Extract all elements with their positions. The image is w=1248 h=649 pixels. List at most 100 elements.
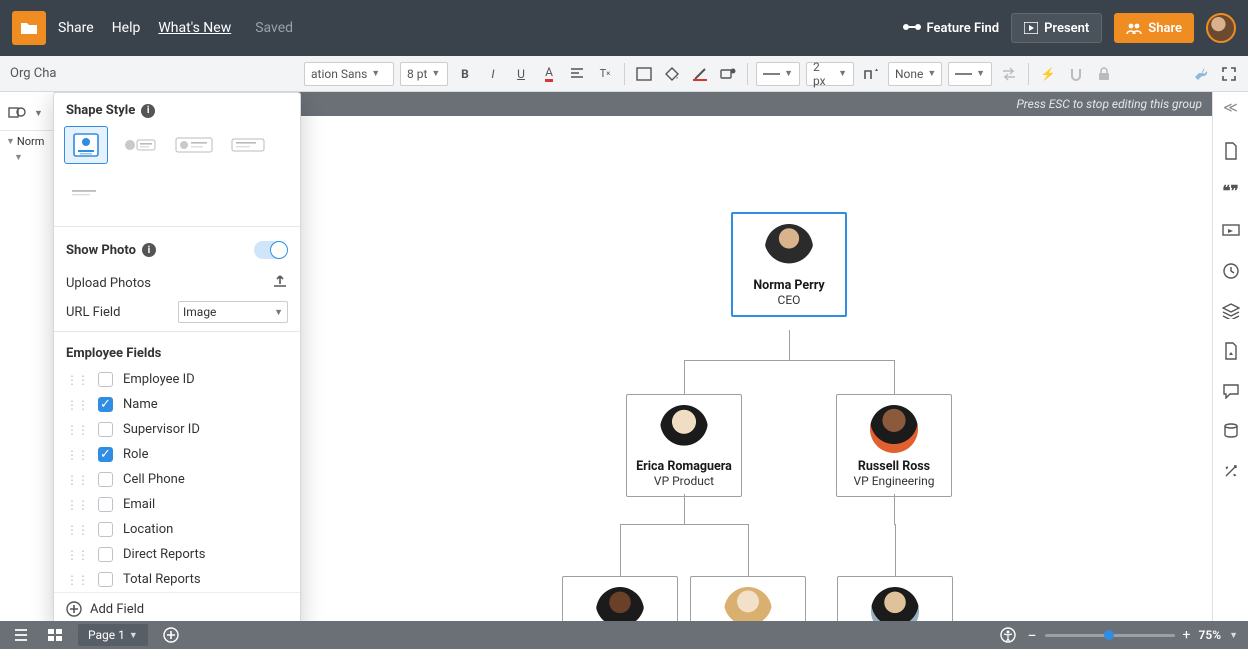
border-style-button[interactable] xyxy=(633,63,655,85)
underline-button[interactable]: U xyxy=(510,63,532,85)
employee-fields-list[interactable]: ⋮⋮Employee ID⋮⋮✓Name⋮⋮Supervisor ID⋮⋮✓Ro… xyxy=(54,367,300,592)
drag-handle-icon[interactable]: ⋮⋮ xyxy=(66,473,88,487)
present-button[interactable]: Present xyxy=(1011,13,1102,43)
align-button[interactable] xyxy=(566,63,588,85)
drag-handle-icon[interactable]: ⋮⋮ xyxy=(66,498,88,512)
swap-arrows-button[interactable] xyxy=(998,63,1020,85)
info-icon[interactable]: i xyxy=(142,243,156,257)
org-node[interactable]: Owen RileySr. Web Dev xyxy=(837,576,953,621)
org-node[interactable]: Russell RossVP Engineering xyxy=(836,394,952,497)
drag-handle-icon[interactable]: ⋮⋮ xyxy=(66,398,88,412)
zoom-menu-caret[interactable]: ▼ xyxy=(1229,630,1238,641)
fill-color-button[interactable] xyxy=(661,63,683,85)
shape-style-option-2[interactable] xyxy=(118,126,162,164)
shape-style-option-5[interactable] xyxy=(64,174,108,212)
accessibility-icon[interactable] xyxy=(997,624,1019,646)
shape-style-option-3[interactable] xyxy=(172,126,216,164)
zoom-value[interactable]: 75% xyxy=(1199,628,1222,642)
history-icon[interactable] xyxy=(1220,260,1242,282)
field-checkbox[interactable] xyxy=(98,472,113,487)
field-row[interactable]: ⋮⋮Total Reports xyxy=(54,567,300,592)
font-family-select[interactable]: ation Sans▼ xyxy=(304,62,394,86)
line-routing-button[interactable] xyxy=(860,63,882,85)
italic-button[interactable]: I xyxy=(482,63,504,85)
field-row[interactable]: ⋮⋮✓Role xyxy=(54,442,300,467)
page-settings-icon[interactable] xyxy=(1220,340,1242,362)
quote-icon[interactable]: ❝❞ xyxy=(1220,180,1242,202)
field-row[interactable]: ⋮⋮Cell Phone xyxy=(54,467,300,492)
presentation-icon[interactable] xyxy=(1220,220,1242,242)
menu-help[interactable]: Help xyxy=(112,20,141,36)
grid-view-button[interactable] xyxy=(44,624,66,646)
arrow-start-select[interactable]: None▼ xyxy=(888,62,942,86)
line-color-button[interactable] xyxy=(689,63,711,85)
app-menu-button[interactable] xyxy=(12,11,46,45)
list-view-button[interactable] xyxy=(10,624,32,646)
share-button[interactable]: Share xyxy=(1114,13,1194,43)
comments-icon[interactable] xyxy=(1220,380,1242,402)
org-node[interactable]: Erin SnyderTemplate Specialist xyxy=(690,576,806,621)
line-type-select[interactable]: ▼ xyxy=(756,62,800,86)
field-row[interactable]: ⋮⋮Email xyxy=(54,492,300,517)
menu-share[interactable]: Share xyxy=(58,20,94,36)
org-node[interactable]: Erica RomagueraVP Product xyxy=(626,394,742,497)
info-icon[interactable]: i xyxy=(141,104,155,118)
field-checkbox[interactable]: ✓ xyxy=(98,397,113,412)
magnet-icon[interactable] xyxy=(1065,63,1087,85)
field-checkbox[interactable] xyxy=(98,547,113,562)
field-row[interactable]: ⋮⋮Direct Reports xyxy=(54,542,300,567)
zoom-slider-thumb[interactable] xyxy=(1104,630,1114,640)
field-checkbox[interactable] xyxy=(98,522,113,537)
line-width-select[interactable]: 2 px▼ xyxy=(806,62,854,86)
field-row[interactable]: ⋮⋮Employee ID xyxy=(54,367,300,392)
fullscreen-button[interactable] xyxy=(1218,63,1240,85)
shape-options-button[interactable] xyxy=(717,63,739,85)
field-checkbox[interactable] xyxy=(98,422,113,437)
zoom-out-button[interactable]: − xyxy=(1027,626,1036,645)
bold-button[interactable]: B xyxy=(454,63,476,85)
drag-handle-icon[interactable]: ⋮⋮ xyxy=(66,423,88,437)
org-node[interactable]: Emily AdamsPMM xyxy=(562,576,678,621)
wrench-icon[interactable] xyxy=(1190,63,1212,85)
expand-icon[interactable]: ▼ xyxy=(6,136,15,147)
tree-item[interactable]: ▼Norm xyxy=(0,133,54,150)
page-tab[interactable]: Page 1▼ xyxy=(78,624,148,646)
feature-find-button[interactable]: Feature Find xyxy=(903,21,1000,36)
add-field-button[interactable]: Add Field xyxy=(54,592,300,621)
menu-whats-new[interactable]: What's New xyxy=(158,20,231,36)
document-icon[interactable] xyxy=(1220,140,1242,162)
org-node[interactable]: Norma PerryCEO xyxy=(731,212,847,317)
document-title[interactable]: Org Cha xyxy=(10,66,56,81)
arrow-end-select[interactable]: ▼ xyxy=(948,62,992,86)
drag-handle-icon[interactable]: ⋮⋮ xyxy=(66,373,88,387)
drag-handle-icon[interactable]: ⋮⋮ xyxy=(66,548,88,562)
clear-format-button[interactable]: T× xyxy=(594,63,616,85)
tree-item-child[interactable]: ▼ xyxy=(0,150,54,165)
drag-handle-icon[interactable]: ⋮⋮ xyxy=(66,448,88,462)
drag-handle-icon[interactable]: ⋮⋮ xyxy=(66,523,88,537)
text-color-button[interactable]: A xyxy=(538,63,560,85)
add-page-button[interactable] xyxy=(160,624,182,646)
data-icon[interactable] xyxy=(1220,420,1242,442)
shapes-library-button[interactable] xyxy=(6,102,28,124)
collapse-right-panel[interactable]: ≪ xyxy=(1223,100,1238,116)
expand-icon[interactable]: ▼ xyxy=(14,152,23,163)
field-row[interactable]: ⋮⋮✓Name xyxy=(54,392,300,417)
field-checkbox[interactable] xyxy=(98,372,113,387)
field-checkbox[interactable] xyxy=(98,497,113,512)
show-photo-toggle[interactable] xyxy=(254,241,288,259)
field-checkbox[interactable]: ✓ xyxy=(98,447,113,462)
action-icon[interactable]: ⚡ xyxy=(1037,63,1059,85)
field-row[interactable]: ⋮⋮Location xyxy=(54,517,300,542)
drag-handle-icon[interactable]: ⋮⋮ xyxy=(66,573,88,587)
url-field-select[interactable]: Image▼ xyxy=(178,301,288,323)
zoom-in-button[interactable]: + xyxy=(1183,627,1191,643)
magic-icon[interactable] xyxy=(1220,460,1242,482)
shape-style-option-4[interactable] xyxy=(226,126,270,164)
zoom-slider[interactable] xyxy=(1045,634,1175,637)
layers-icon[interactable] xyxy=(1220,300,1242,322)
upload-icon[interactable] xyxy=(272,273,288,293)
shape-style-option-1[interactable] xyxy=(64,126,108,164)
lock-icon[interactable] xyxy=(1093,63,1115,85)
font-size-select[interactable]: 8 pt▼ xyxy=(400,62,448,86)
